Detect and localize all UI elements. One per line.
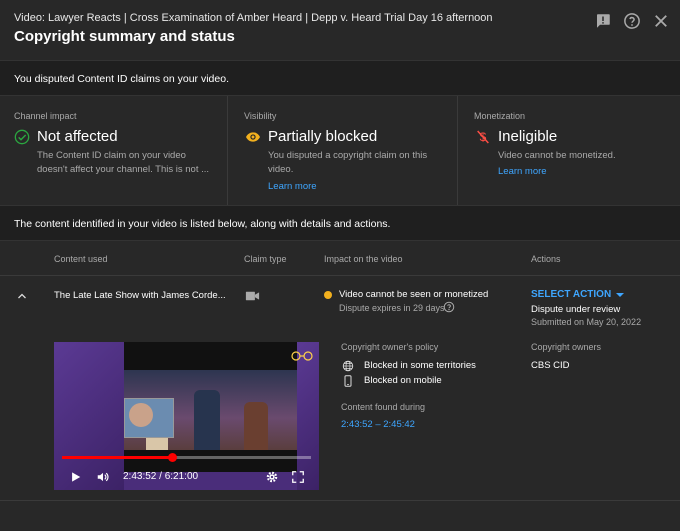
host-figure <box>194 390 220 450</box>
visibility-card: Visibility Partially blocked You dispute… <box>227 96 457 205</box>
monetization-label: Monetization <box>474 111 526 121</box>
volume-icon[interactable] <box>96 470 110 484</box>
video-camera-icon <box>245 291 260 301</box>
guest-figure <box>244 402 268 450</box>
policy-label: Copyright owner's policy <box>341 342 439 352</box>
header-actions: Actions <box>531 254 561 264</box>
pip-face <box>129 403 153 427</box>
visibility-learn-more-link[interactable]: Learn more <box>268 181 317 192</box>
progress-fill <box>62 456 172 459</box>
video-title: Video: Lawyer Reacts | Cross Examination… <box>14 12 493 24</box>
page-title: Copyright summary and status <box>14 28 235 45</box>
progress-scrubber[interactable] <box>167 453 177 462</box>
content-notice: The content identified in your video is … <box>0 205 680 241</box>
dispute-expiry: Dispute expires in 29 days <box>339 303 445 313</box>
header-content-used: Content used <box>54 254 108 264</box>
video-frame <box>124 342 297 472</box>
submitted-date: Submitted on May 20, 2022 <box>531 317 642 327</box>
monetization-card: Monetization $ Ineligible Video cannot b… <box>457 96 680 205</box>
glasses-logo-icon <box>291 351 313 361</box>
progress-bar[interactable] <box>62 453 311 462</box>
check-circle-icon <box>14 129 30 145</box>
action-status: Dispute under review <box>531 304 621 315</box>
header-claim-type: Claim type <box>244 254 287 264</box>
settings-gear-icon[interactable] <box>265 470 279 484</box>
status-dot <box>324 291 332 299</box>
help-icon[interactable] <box>623 12 641 30</box>
select-action-button[interactable]: SELECT ACTION <box>531 289 611 300</box>
playback-time: 2:43:52 / 6:21:00 <box>123 471 199 482</box>
header-impact: Impact on the video <box>324 254 403 264</box>
channel-impact-description: The Content ID claim on your video doesn… <box>37 150 210 175</box>
impact-on-video: Video cannot be seen or monetized <box>339 289 489 300</box>
table-row: The Late Late Show with James Corde... V… <box>0 276 680 501</box>
policy-item-territories: Blocked in some territories <box>364 360 476 371</box>
content-found-range-link[interactable]: 2:43:52 – 2:45:42 <box>341 419 415 430</box>
channel-impact-card: Channel impact Not affected The Content … <box>0 96 227 205</box>
help-circle-icon[interactable] <box>443 301 455 313</box>
close-icon[interactable] <box>652 12 670 30</box>
impact-summary: Channel impact Not affected The Content … <box>0 96 680 205</box>
dialog-footer <box>0 501 680 531</box>
picture-in-picture <box>124 398 174 438</box>
video-player[interactable]: 2:43:52 / 6:21:00 <box>54 342 319 490</box>
channel-impact-status: Not affected <box>37 128 118 145</box>
mobile-icon <box>344 375 352 387</box>
monetization-status: Ineligible <box>498 128 558 145</box>
policy-item-mobile: Blocked on mobile <box>364 375 442 386</box>
copyright-owner-name: CBS CID <box>531 360 570 371</box>
visibility-label: Visibility <box>244 111 277 121</box>
channel-impact-label: Channel impact <box>14 111 77 121</box>
claims-table-header: Content used Claim type Impact on the vi… <box>0 241 680 276</box>
content-found-label: Content found during <box>341 402 426 412</box>
feedback-icon[interactable] <box>594 12 612 30</box>
eye-icon <box>246 132 260 142</box>
copyright-owners-label: Copyright owners <box>531 342 602 352</box>
chevron-up-icon[interactable] <box>16 290 28 302</box>
content-used-title[interactable]: The Late Late Show with James Corde... <box>54 290 226 301</box>
visibility-status: Partially blocked <box>268 128 378 145</box>
play-icon[interactable] <box>68 470 82 484</box>
no-money-icon: $ <box>477 130 489 144</box>
fullscreen-icon[interactable] <box>291 470 305 484</box>
visibility-description: You disputed a copyright claim on this v… <box>268 150 428 175</box>
player-controls: 2:43:52 / 6:21:00 <box>54 466 319 488</box>
globe-icon <box>342 360 354 372</box>
dispute-notice: You disputed Content ID claims on your v… <box>0 60 680 96</box>
monetization-learn-more-link[interactable]: Learn more <box>498 166 547 177</box>
monetization-description: Video cannot be monetized. <box>498 150 616 161</box>
dialog-header: Video: Lawyer Reacts | Cross Examination… <box>0 0 680 60</box>
dropdown-caret-icon[interactable] <box>616 293 624 297</box>
